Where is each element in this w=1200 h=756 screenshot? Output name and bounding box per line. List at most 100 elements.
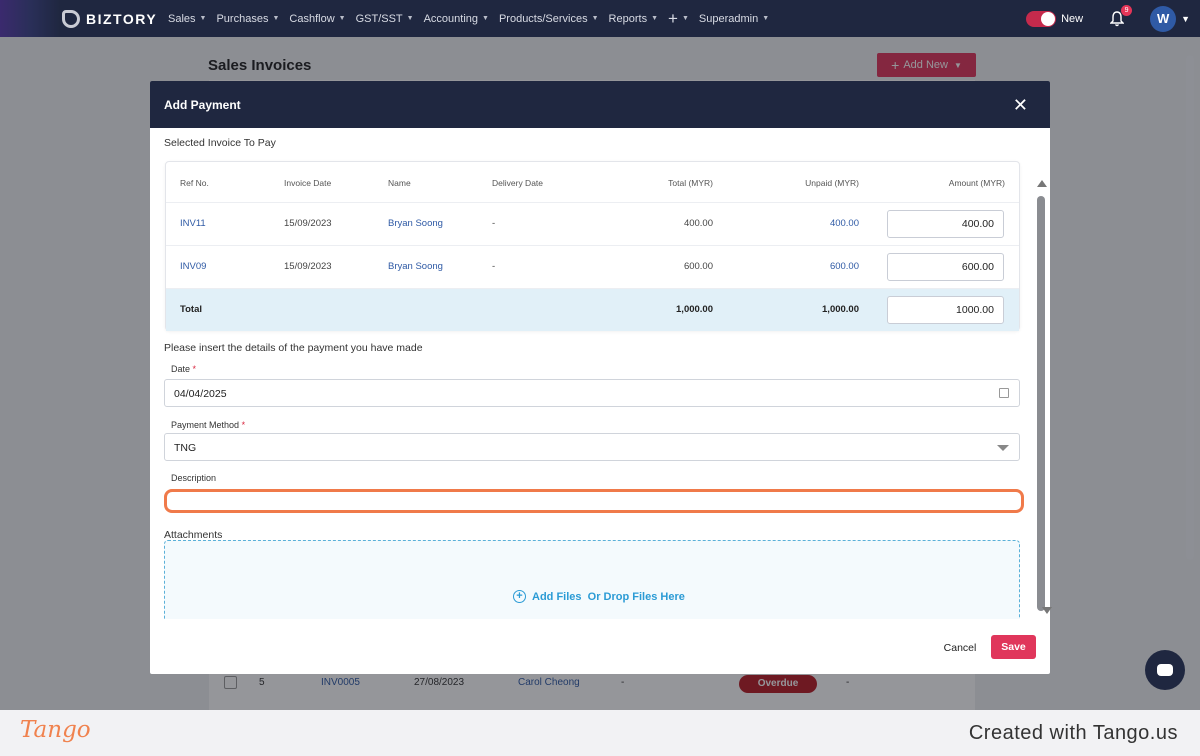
delivery-date: - <box>492 261 496 272</box>
notification-badge: 9 <box>1121 4 1133 16</box>
invoice-total: 600.00 <box>683 261 713 272</box>
chevron-down-icon: ▼ <box>338 15 346 22</box>
chat-widget-button[interactable] <box>1145 650 1185 690</box>
nav-quick-add[interactable]: + ▼ <box>668 10 689 27</box>
new-toggle-label: New <box>1061 12 1084 25</box>
page-scrollbar[interactable] <box>1186 55 1194 560</box>
payment-method-value: TNG <box>174 442 197 454</box>
add-circle-icon: + <box>513 590 526 603</box>
table-row: INV09 15/09/2023 Bryan Soong - 600.00 60… <box>166 245 1019 288</box>
customer-link[interactable]: Bryan Soong <box>388 218 443 229</box>
nav-superadmin[interactable]: Superadmin ▼ <box>699 13 769 25</box>
chevron-down-icon: ▼ <box>681 15 689 22</box>
date-field[interactable]: 04/04/2025 <box>164 379 1020 407</box>
file-dropzone[interactable]: + Add Files Or Drop Files Here <box>164 540 1020 619</box>
nav-gst-sst[interactable]: GST/SST ▼ <box>356 13 414 25</box>
main-menu: Sales ▼ Purchases ▼ Cashflow ▼ GST/SST ▼ Acc… <box>168 10 779 27</box>
nav-purchases[interactable]: Purchases ▼ <box>216 13 279 25</box>
tango-footer: Tango Created with Tango.us <box>0 710 1200 756</box>
chevron-down-icon: ▼ <box>272 15 280 22</box>
col-unpaid: Unpaid (MYR) <box>805 178 859 188</box>
cancel-button[interactable]: Cancel <box>936 637 984 659</box>
scroll-thumb[interactable] <box>1037 196 1045 611</box>
dropdown-arrow-icon[interactable] <box>997 445 1009 451</box>
modal-title: Add Payment <box>164 97 241 112</box>
chat-icon <box>1157 664 1173 676</box>
modal-scrollbar[interactable] <box>1035 180 1047 615</box>
chevron-down-icon: ▼ <box>591 15 599 22</box>
tango-logo: Tango <box>20 717 91 743</box>
total-row: Total 1,000.00 1,000.00 1000.00 <box>166 288 1019 331</box>
chevron-down-icon[interactable]: ▼ <box>1181 14 1190 24</box>
invoice-unpaid[interactable]: 400.00 <box>758 218 859 229</box>
created-with-text: Created with Tango.us <box>968 722 1178 744</box>
chevron-down-icon: ▼ <box>651 15 659 22</box>
biztory-logo-icon <box>62 9 80 28</box>
selected-invoices-table: Ref No. Invoice Date Name Delivery Date … <box>165 161 1020 331</box>
dropzone-prompt[interactable]: + Add Files Or Drop Files Here <box>513 590 685 603</box>
payment-method-label-text: Payment Method <box>171 420 240 430</box>
nav-accounting-label: Accounting <box>423 12 479 25</box>
nav-reports[interactable]: Reports ▼ <box>609 13 658 25</box>
avatar[interactable]: W <box>1150 5 1177 32</box>
delivery-date: - <box>492 218 496 229</box>
app-logo[interactable]: BIZTORY <box>0 0 165 37</box>
invoice-ref-link[interactable]: INV11 <box>180 218 206 229</box>
required-mark: * <box>192 364 197 374</box>
col-amount: Amount (MYR) <box>948 178 1005 188</box>
nav-right: New 9 W ▼ <box>1026 0 1200 37</box>
payment-method-label: Payment Method * <box>171 420 245 430</box>
col-total: Total (MYR) <box>668 178 713 188</box>
add-payment-modal: Add Payment ✕ Selected Invoice To Pay Re… <box>150 81 1052 674</box>
nav-cashflow[interactable]: Cashflow ▼ <box>289 13 345 25</box>
close-icon[interactable]: ✕ <box>1013 96 1028 114</box>
invoice-date: 15/09/2023 <box>284 218 332 229</box>
modal-header: Add Payment ✕ <box>150 81 1050 128</box>
col-ref: Ref No. <box>180 178 209 188</box>
drop-files-label: Or Drop Files Here <box>587 590 685 603</box>
nav-accounting[interactable]: Accounting ▼ <box>424 13 489 25</box>
save-button[interactable]: Save <box>991 635 1036 659</box>
invoice-total: 400.00 <box>683 218 713 229</box>
grand-unpaid: 1,000.00 <box>822 304 859 315</box>
nav-reports-label: Reports <box>608 12 648 25</box>
total-amount-input[interactable]: 1000.00 <box>887 296 1004 324</box>
nav-sales[interactable]: Sales ▼ <box>168 13 206 25</box>
new-ui-toggle[interactable] <box>1026 10 1057 27</box>
total-label: Total <box>180 304 202 315</box>
plus-icon: + <box>668 9 678 28</box>
col-invoice-date: Invoice Date <box>284 178 332 188</box>
add-files-label[interactable]: Add Files <box>532 591 582 603</box>
nav-purchases-label: Purchases <box>216 12 269 25</box>
scroll-up-icon[interactable] <box>1037 180 1047 187</box>
chevron-down-icon: ▼ <box>199 15 207 22</box>
chevron-down-icon: ▼ <box>406 15 414 22</box>
customer-link[interactable]: Bryan Soong <box>388 261 443 272</box>
description-input[interactable] <box>164 489 1024 513</box>
date-value: 04/04/2025 <box>174 388 227 400</box>
amount-input[interactable]: 600.00 <box>887 253 1004 281</box>
notifications-button[interactable]: 9 <box>1110 4 1133 27</box>
modal-body: Selected Invoice To Pay Ref No. Invoice … <box>150 128 1050 619</box>
description-label: Description <box>171 473 217 483</box>
invoice-unpaid[interactable]: 600.00 <box>758 261 859 272</box>
nav-gst-sst-label: GST/SST <box>355 12 403 25</box>
chevron-down-icon: ▼ <box>482 15 489 22</box>
scroll-down-icon[interactable] <box>1042 607 1052 614</box>
table-row: INV11 15/09/2023 Bryan Soong - 400.00 40… <box>166 202 1019 245</box>
col-name: Name <box>388 178 411 188</box>
amount-input[interactable]: 400.00 <box>887 210 1004 238</box>
date-label: Date * <box>171 364 196 374</box>
nav-products-services-label: Products/Services <box>498 12 588 25</box>
selected-invoice-label: Selected Invoice To Pay <box>164 137 276 149</box>
chevron-down-icon: ▼ <box>762 15 770 22</box>
app-name: BIZTORY <box>86 10 158 27</box>
top-nav: BIZTORY Sales ▼ Purchases ▼ Cashflow ▼ GST/… <box>0 0 1200 37</box>
invoice-ref-link[interactable]: INV09 <box>180 261 206 272</box>
payment-method-select[interactable]: TNG <box>164 433 1020 461</box>
calendar-icon[interactable] <box>999 388 1009 398</box>
invoice-date: 15/09/2023 <box>284 261 332 272</box>
details-instruction: Please insert the details of the payment… <box>164 342 423 354</box>
date-label-text: Date <box>171 364 191 374</box>
nav-products-services[interactable]: Products/Services ▼ <box>499 13 599 25</box>
